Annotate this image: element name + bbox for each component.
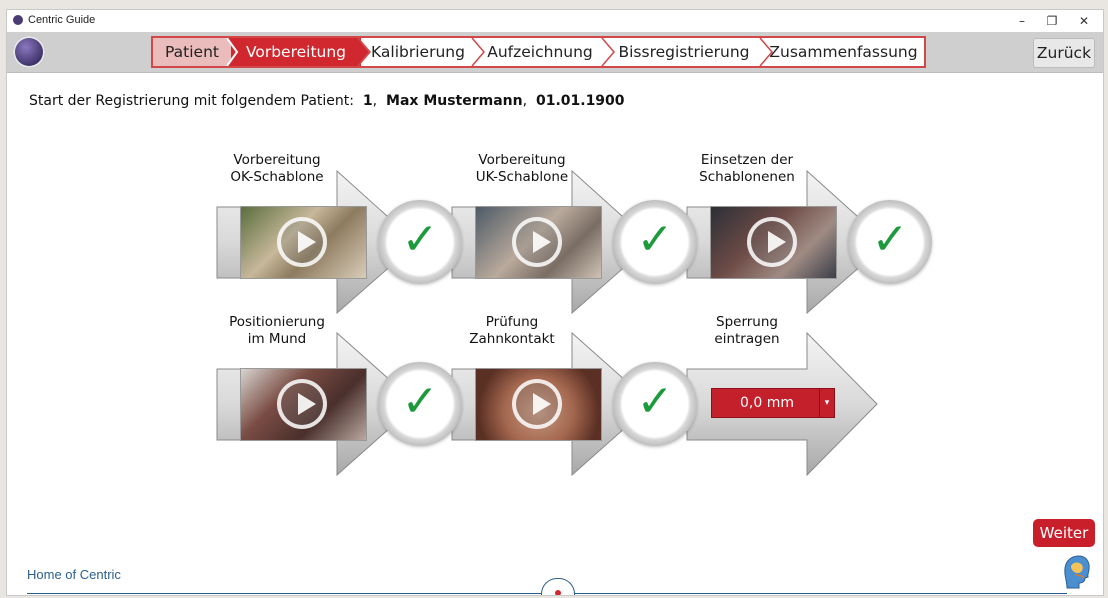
step-vorbereitung[interactable]: Vorbereitung (231, 38, 361, 66)
play-icon[interactable] (512, 379, 562, 429)
tile-label-line1: Vorbereitung (478, 152, 566, 168)
step-zusammenfassung[interactable]: Zusammenfassung (763, 38, 924, 66)
close-button[interactable]: ✕ (1069, 11, 1099, 31)
tile-label-line2: eintragen (714, 331, 780, 347)
tile-label-line1: Prüfung (485, 314, 539, 330)
app-window: Centric Guide – ❐ ✕ Patient Vorbereitung… (6, 9, 1104, 596)
step-aufzeichnung[interactable]: Aufzeichnung (475, 38, 605, 66)
video-positionierung[interactable] (240, 368, 367, 441)
step-patient[interactable]: Patient (153, 38, 231, 66)
minimize-button[interactable]: – (1007, 11, 1037, 31)
step-kalibrierung[interactable]: Kalibrierung (361, 38, 475, 66)
video-einsetzen[interactable] (710, 206, 837, 279)
check-ok-schablone[interactable]: ✓ (378, 200, 462, 284)
tile-label-line2: UK-Schablone (475, 169, 569, 185)
tile-label-line1: Sperrung (716, 314, 778, 330)
play-icon[interactable] (277, 217, 327, 267)
checkmark-icon: ✓ (871, 214, 909, 265)
tile-label-line1: Vorbereitung (233, 152, 321, 168)
checkmark-icon: ✓ (636, 214, 674, 265)
check-einsetzen[interactable]: ✓ (848, 200, 932, 284)
tile-label-line2: OK-Schablone (230, 169, 324, 185)
play-icon[interactable] (277, 379, 327, 429)
play-icon[interactable] (747, 217, 797, 267)
video-uk-schablone[interactable] (475, 206, 602, 279)
wizard-steps: Patient Vorbereitung Kalibrierung Aufzei… (151, 36, 926, 68)
sperrung-value: 0,0 mm (740, 395, 794, 411)
checkmark-icon: ✓ (636, 376, 674, 427)
next-button[interactable]: Weiter (1033, 519, 1095, 547)
maximize-button[interactable]: ❐ (1037, 11, 1067, 31)
app-icon (13, 15, 23, 25)
tile-label-line2: Schablonenen (699, 169, 795, 185)
tile-label-line1: Positionierung (229, 314, 325, 330)
toolbar: Patient Vorbereitung Kalibrierung Aufzei… (7, 32, 1103, 73)
video-ok-schablone[interactable] (240, 206, 367, 279)
video-pruefung[interactable] (475, 368, 602, 441)
main-content: Start der Registrierung mit folgendem Pa… (7, 73, 1103, 595)
back-button[interactable]: Zurück (1033, 38, 1095, 68)
checkmark-icon: ✓ (401, 376, 439, 427)
check-positionierung[interactable]: ✓ (378, 362, 462, 446)
window-title: Centric Guide (28, 14, 96, 26)
tile-label-line2: Zahnkontakt (469, 331, 555, 347)
check-uk-schablone[interactable]: ✓ (613, 200, 697, 284)
centric-logo-icon[interactable] (13, 36, 45, 68)
check-pruefung[interactable]: ✓ (613, 362, 697, 446)
tile-label-line2: im Mund (247, 331, 307, 347)
step-bissregistrierung[interactable]: Bissregistrierung (605, 38, 763, 66)
title-bar: Centric Guide – ❐ ✕ (7, 10, 1103, 32)
chevron-down-icon[interactable]: ▾ (819, 389, 834, 417)
play-icon[interactable] (512, 217, 562, 267)
sperrung-select[interactable]: 0,0 mm ▾ (711, 388, 835, 418)
checkmark-icon: ✓ (401, 214, 439, 265)
home-link[interactable]: Home of Centric (27, 567, 121, 582)
tile-label-line1: Einsetzen der (700, 152, 794, 168)
page-dot-icon (555, 590, 561, 595)
head-profile-icon[interactable] (1061, 554, 1091, 590)
